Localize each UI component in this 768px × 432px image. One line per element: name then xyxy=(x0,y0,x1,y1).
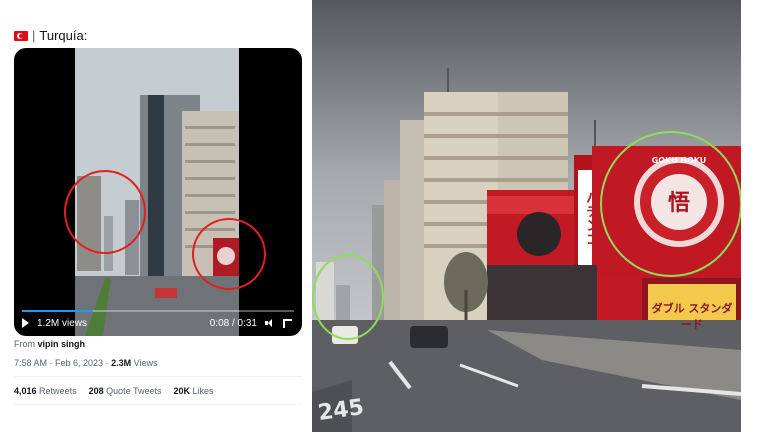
right-margin xyxy=(741,0,768,432)
stat-quote-tweets[interactable]: 208 Quote Tweets xyxy=(89,386,162,396)
video-time-label: 0:08 / 0:31 xyxy=(209,317,257,329)
stat-likes[interactable]: 20K Likes xyxy=(174,386,214,396)
play-icon[interactable] xyxy=(22,318,29,328)
tweet-views-word: Views xyxy=(133,358,158,368)
tweet-stats: 4,016 Retweets 208 Quote Tweets 20K Like… xyxy=(14,386,214,396)
from-attribution: From vipin singh xyxy=(14,339,85,349)
turkey-flag-icon xyxy=(14,30,28,41)
green-highlight-circle-logo xyxy=(600,131,741,277)
street-view-photo: 悟 パチンコ GOKU GOKU ダブル スタンダード 245 xyxy=(312,0,741,432)
video-controls: 1.2M views 0:08 / 0:31 xyxy=(14,310,302,336)
stat-retweets[interactable]: 4,016 Retweets xyxy=(14,386,77,396)
volume-icon[interactable] xyxy=(265,319,275,327)
tweet-card: | Turquía: 1.2M views 0:08 / 0:31 From v… xyxy=(0,0,312,432)
tweet-text: Turquía: xyxy=(39,28,88,43)
red-highlight-circle-building xyxy=(64,170,146,254)
from-prefix: From xyxy=(14,339,35,349)
green-highlight-circle-building xyxy=(312,254,384,340)
tweet-views-count: 2.3M xyxy=(111,358,132,368)
fullscreen-icon[interactable] xyxy=(283,318,292,328)
video-views-label: 1.2M views xyxy=(37,317,88,329)
divider-top xyxy=(14,376,302,377)
tweet-header: | Turquía: xyxy=(14,28,87,43)
tweet-timestamp[interactable]: 7:58 AM · Feb 6, 2023 · xyxy=(14,358,109,368)
red-highlight-circle-sign xyxy=(192,218,266,290)
billboard-text: ダブル スタンダード xyxy=(651,302,733,331)
divider-bottom xyxy=(14,404,302,405)
from-user-link[interactable]: vipin singh xyxy=(38,339,86,349)
tweet-meta: 7:58 AM · Feb 6, 2023 · 2.3M Views xyxy=(14,358,157,368)
header-separator: | xyxy=(32,28,36,43)
pachinko-sign-text: パチンコ xyxy=(584,190,600,246)
video-player[interactable]: 1.2M views 0:08 / 0:31 xyxy=(14,48,302,336)
